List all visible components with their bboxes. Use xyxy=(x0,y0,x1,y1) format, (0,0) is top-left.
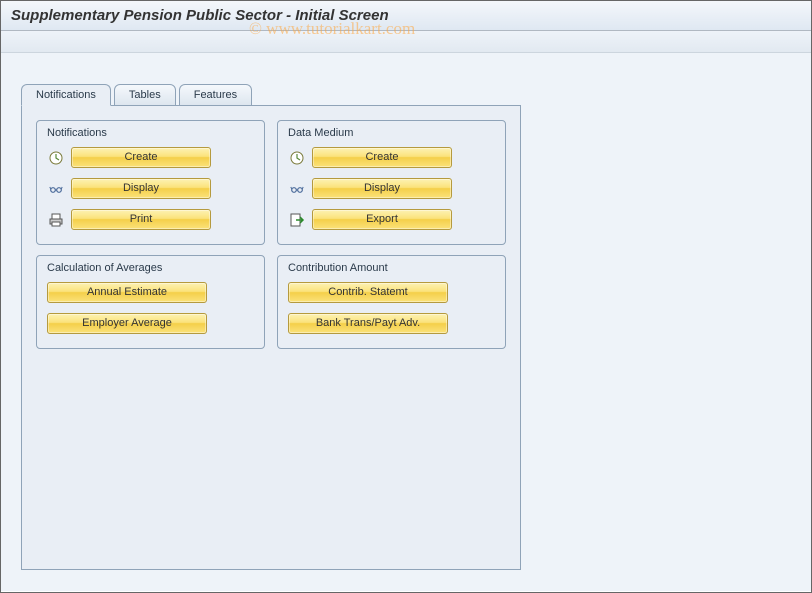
title-bar: Supplementary Pension Public Sector - In… xyxy=(1,1,811,31)
group-title-notifications: Notifications xyxy=(47,125,254,147)
print-icon xyxy=(47,211,65,229)
tab-tables[interactable]: Tables xyxy=(114,84,176,106)
annual-estimate-button[interactable]: Annual Estimate xyxy=(47,282,207,303)
tab-notifications[interactable]: Notifications xyxy=(21,84,111,106)
data-medium-display-button[interactable]: Display xyxy=(312,178,452,199)
tab-strip: Notifications Tables Features xyxy=(21,84,791,106)
clock-create-icon xyxy=(288,149,306,167)
content-area: Notifications Tables Features Notificati… xyxy=(1,53,811,591)
tab-body: Notifications Create xyxy=(21,105,521,570)
glasses-display-icon xyxy=(288,180,306,198)
notifications-create-button[interactable]: Create xyxy=(71,147,211,168)
glasses-display-icon xyxy=(47,180,65,198)
group-contribution: Contribution Amount Contrib. Statemt Ban… xyxy=(277,255,506,349)
export-icon xyxy=(288,211,306,229)
group-notifications: Notifications Create xyxy=(36,120,265,245)
data-medium-create-button[interactable]: Create xyxy=(312,147,452,168)
tab-features[interactable]: Features xyxy=(179,84,252,106)
group-title-data-medium: Data Medium xyxy=(288,125,495,147)
data-medium-export-button[interactable]: Export xyxy=(312,209,452,230)
bank-trans-button[interactable]: Bank Trans/Payt Adv. xyxy=(288,313,448,334)
group-calc-averages: Calculation of Averages Annual Estimate … xyxy=(36,255,265,349)
group-title-calc-averages: Calculation of Averages xyxy=(47,260,254,282)
toolbar-region xyxy=(1,31,811,53)
tab-container: Notifications Tables Features Notificati… xyxy=(21,83,791,570)
group-data-medium: Data Medium Create xyxy=(277,120,506,245)
notifications-display-button[interactable]: Display xyxy=(71,178,211,199)
employer-average-button[interactable]: Employer Average xyxy=(47,313,207,334)
notifications-print-button[interactable]: Print xyxy=(71,209,211,230)
clock-create-icon xyxy=(47,149,65,167)
contrib-statemt-button[interactable]: Contrib. Statemt xyxy=(288,282,448,303)
page-title: Supplementary Pension Public Sector - In… xyxy=(11,7,801,24)
group-title-contribution: Contribution Amount xyxy=(288,260,495,282)
